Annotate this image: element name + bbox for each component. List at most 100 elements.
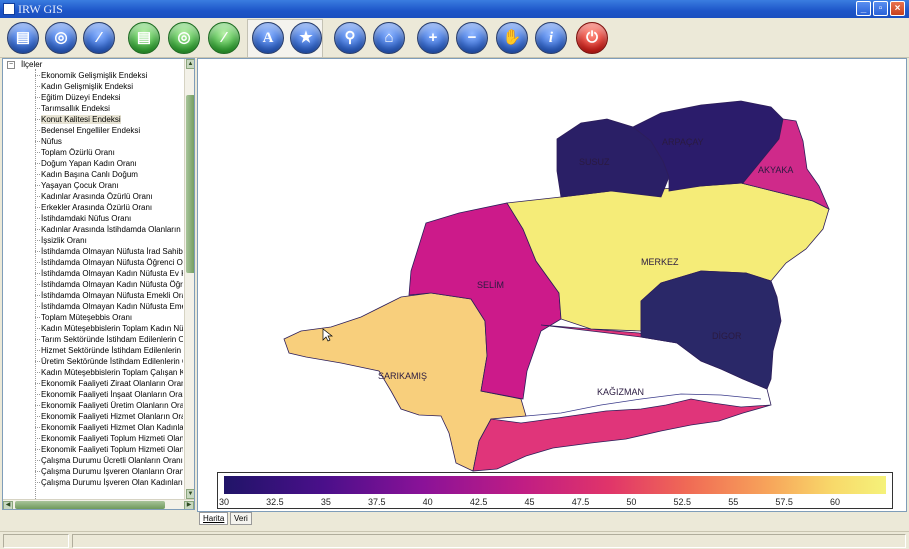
tree-item[interactable]: Ekonomik Gelişmişlik Endeksi bbox=[3, 70, 183, 81]
tree-item[interactable]: Ekonomik Faaliyeti Ziraat Olanların Oran… bbox=[3, 378, 183, 389]
tree-item-label: Üretim Sektöründe İstihdam Edilenlerin O… bbox=[41, 357, 183, 366]
title-bar: IRW GIS _ ▫ × bbox=[0, 0, 909, 18]
legend-tick-label: 57.5 bbox=[775, 497, 793, 507]
map-canvas[interactable]: ARPAÇAY SUSUZ AKYAKA MERKEZ SELİM DİGOR … bbox=[198, 59, 906, 511]
power-icon[interactable]: ⏻ bbox=[576, 22, 608, 54]
tree-item[interactable]: Toplam Müteşebbis Oranı bbox=[3, 312, 183, 323]
tree-item[interactable]: Bedensel Engelliler Endeksi bbox=[3, 125, 183, 136]
tree-item[interactable]: İstihdamda Olmayan Kadın Nüfusta Emekl bbox=[3, 301, 183, 312]
legend-tick-label: 60 bbox=[830, 497, 841, 507]
tab-veri[interactable]: Veri bbox=[230, 512, 252, 525]
window-title: IRW GIS bbox=[18, 2, 63, 16]
tree-item[interactable]: İstihdamda Olmayan Kadın Nüfusta Öğren bbox=[3, 279, 183, 290]
pan-hand-icon[interactable]: ✋ bbox=[496, 22, 528, 54]
search-icon[interactable]: ⚲ bbox=[334, 22, 366, 54]
tree-item-label: Kadınlar Arasında Özürlü Oranı bbox=[41, 192, 153, 201]
label-digor: DİGOR bbox=[712, 331, 742, 341]
tree-item[interactable]: Kadın Başına Canlı Doğum bbox=[3, 169, 183, 180]
tree-item[interactable]: Kadınlar Arasında Özürlü Oranı bbox=[3, 191, 183, 202]
tree-item-label: İstihdamda Olmayan Kadın Nüfusta Ev Ka bbox=[41, 269, 183, 278]
tree-item[interactable]: Eğitim Düzeyi Endeksi bbox=[3, 92, 183, 103]
info-icon[interactable]: i bbox=[535, 22, 567, 54]
layer-tree: − İlçeler Ekonomik Gelişmişlik Endeksi Ka… bbox=[2, 58, 195, 510]
tree-item-label: Çalışma Durumu Ücretli Olanların Oranı bbox=[41, 456, 183, 465]
star-icon[interactable]: ★ bbox=[290, 22, 322, 54]
tree-item-label: Tarım Sektöründe İstihdam Edilenlerin Or… bbox=[41, 335, 183, 344]
tree-item-label: Çalışma Durumu İşveren Olan Kadınların C bbox=[41, 478, 183, 487]
tree-item[interactable]: Nüfus bbox=[3, 136, 183, 147]
tree-item-label: Kadın Gelişmişlik Endeksi bbox=[41, 82, 134, 91]
tree-item[interactable]: Tarımsallık Endeksi bbox=[3, 103, 183, 114]
maximize-button[interactable]: ▫ bbox=[873, 1, 888, 16]
label-arpacay: ARPAÇAY bbox=[662, 137, 704, 147]
tree-item-label: Toplam Müteşebbis Oranı bbox=[41, 313, 133, 322]
tree-item[interactable]: Ekonomik Faaliyeti Hizmet Olanların Oran… bbox=[3, 411, 183, 422]
legend-tick-label: 47.5 bbox=[571, 497, 590, 507]
tree-item[interactable]: Üretim Sektöründe İstihdam Edilenlerin O… bbox=[3, 356, 183, 367]
tree-item[interactable]: Kadın Müteşebbislerin Toplam Çalışan Kad bbox=[3, 367, 183, 378]
tree-item[interactable]: İstihdamda Olmayan Nüfusta Öğrenci Oran bbox=[3, 257, 183, 268]
scroll-up-icon[interactable]: ▲ bbox=[186, 59, 194, 69]
region-digor[interactable] bbox=[640, 270, 782, 390]
zoom-in-icon[interactable]: + bbox=[417, 22, 449, 54]
tree-item[interactable]: İstihdamdaki Nüfus Oranı bbox=[3, 213, 183, 224]
legend-tick-label: 55 bbox=[728, 497, 739, 507]
tree-item[interactable]: Ekonomik Faaliyeti Üretim Olanların Oran… bbox=[3, 400, 183, 411]
tree-item-label: Ekonomik Faaliyeti Hizmet Olanların Oran… bbox=[41, 412, 183, 421]
minimize-button[interactable]: _ bbox=[856, 1, 871, 16]
tree-item[interactable]: İstihdamda Olmayan Nüfusta İrad Sahibi C bbox=[3, 246, 183, 257]
tree-item-label: Ekonomik Faaliyeti İnşaat Olanların Oran… bbox=[41, 390, 183, 399]
tree-item[interactable]: Tarım Sektöründe İstihdam Edilenlerin Or… bbox=[3, 334, 183, 345]
globe-icon[interactable]: ◎ bbox=[45, 22, 77, 54]
tree-horizontal-scrollbar[interactable]: ◀ ▶ bbox=[3, 499, 194, 509]
new-document-icon[interactable]: ▤ bbox=[7, 22, 39, 54]
tree-item[interactable]: Kadın Gelişmişlik Endeksi bbox=[3, 81, 183, 92]
tree-item[interactable]: Hizmet Sektöründe İstihdam Edilenlerin O… bbox=[3, 345, 183, 356]
tree-item[interactable]: Yaşayan Çocuk Oranı bbox=[3, 180, 183, 191]
tree-item[interactable]: Ekonomik Faaliyeti Toplum Hizmeti Olanla bbox=[3, 433, 183, 444]
tree-item-label: Toplam Özürlü Oranı bbox=[41, 148, 115, 157]
label-merkez: MERKEZ bbox=[641, 257, 679, 267]
tree-item[interactable]: Kadın Müteşebbislerin Toplam Kadın Nüfu bbox=[3, 323, 183, 334]
tree-item[interactable]: Konut Kalitesi Endeksi bbox=[3, 114, 183, 125]
tree-item[interactable]: Toplam Özürlü Oranı bbox=[3, 147, 183, 158]
zoom-out-icon[interactable]: − bbox=[456, 22, 488, 54]
hscroll-thumb[interactable] bbox=[15, 501, 165, 509]
home-icon[interactable]: ⌂ bbox=[373, 22, 405, 54]
scroll-down-icon[interactable]: ▼ bbox=[186, 489, 194, 499]
tab-harita[interactable]: Harita bbox=[199, 512, 229, 525]
tree-item[interactable]: Çalışma Durumu İşveren Olanların Oranı bbox=[3, 466, 183, 477]
tree-root[interactable]: − İlçeler bbox=[3, 59, 183, 70]
globe-green-icon[interactable]: ◎ bbox=[168, 22, 200, 54]
status-bar bbox=[0, 531, 909, 549]
close-button[interactable]: × bbox=[890, 1, 905, 16]
scroll-right-icon[interactable]: ▶ bbox=[184, 501, 194, 509]
tree-item[interactable]: Erkekler Arasında Özürlü Oranı bbox=[3, 202, 183, 213]
document-green-icon[interactable]: ▤ bbox=[128, 22, 160, 54]
tree-item-label: Ekonomik Faaliyeti Üretim Olanların Oran… bbox=[41, 401, 183, 410]
tree-list: − İlçeler Ekonomik Gelişmişlik Endeksi Ka… bbox=[3, 59, 183, 488]
tree-item-label: Tarımsallık Endeksi bbox=[41, 104, 110, 113]
tree-vertical-scrollbar[interactable]: ▲ ▼ bbox=[184, 59, 194, 500]
scroll-left-icon[interactable]: ◀ bbox=[3, 501, 13, 509]
legend-tick-label: 35 bbox=[320, 497, 331, 507]
collapse-icon[interactable]: − bbox=[7, 61, 15, 69]
map-panel[interactable]: ARPAÇAY SUSUZ AKYAKA MERKEZ SELİM DİGOR … bbox=[197, 58, 907, 512]
pencil-icon[interactable]: ⁄ bbox=[83, 22, 115, 54]
tree-item[interactable]: Ekonomik Faaliyeti Toplum Hizmeti Olan K bbox=[3, 444, 183, 455]
tree-item[interactable]: Ekonomik Faaliyeti İnşaat Olanların Oran… bbox=[3, 389, 183, 400]
tree-item[interactable]: Kadınlar Arasında İstihdamda Olanların O… bbox=[3, 224, 183, 235]
tree-item-label: İstihdamda Olmayan Nüfusta Emekli Oranı bbox=[41, 291, 183, 300]
tree-item[interactable]: Çalışma Durumu Ücretli Olanların Oranı bbox=[3, 455, 183, 466]
tree-item[interactable]: Ekonomik Faaliyeti Hizmet Olan Kadınları… bbox=[3, 422, 183, 433]
tree-item[interactable]: Çalışma Durumu İşveren Olan Kadınların C bbox=[3, 477, 183, 488]
scroll-thumb[interactable] bbox=[186, 95, 194, 273]
tree-item[interactable]: Doğum Yapan Kadın Oranı bbox=[3, 158, 183, 169]
tree-item[interactable]: İşsizlik Oranı bbox=[3, 235, 183, 246]
tree-item-label: İstihdamda Olmayan Kadın Nüfusta Emekl bbox=[41, 302, 183, 311]
tree-item-label: Kadın Başına Canlı Doğum bbox=[41, 170, 138, 179]
text-label-icon[interactable]: A bbox=[252, 22, 284, 54]
tree-item[interactable]: İstihdamda Olmayan Kadın Nüfusta Ev Ka bbox=[3, 268, 183, 279]
tree-item[interactable]: İstihdamda Olmayan Nüfusta Emekli Oranı bbox=[3, 290, 183, 301]
pencil-green-icon[interactable]: ⁄ bbox=[208, 22, 240, 54]
